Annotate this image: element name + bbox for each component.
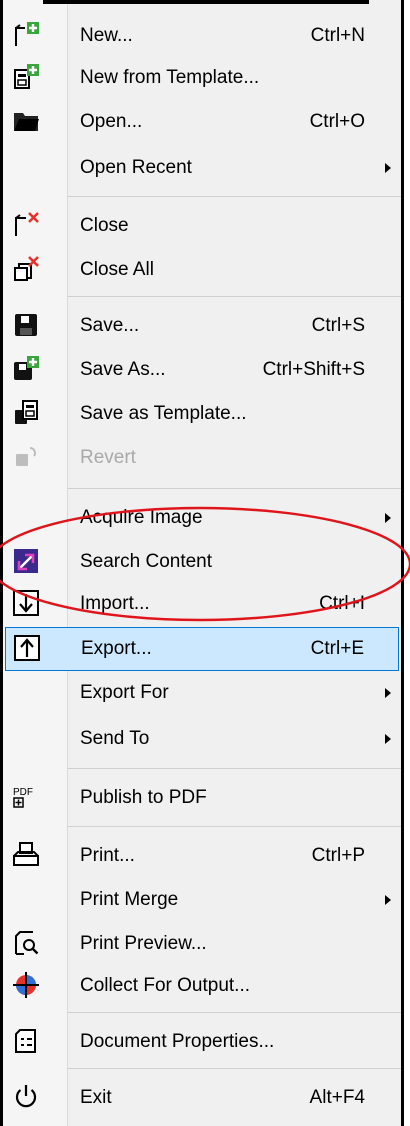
save-icon — [11, 310, 41, 340]
menu-item-label: Open... — [80, 111, 143, 132]
menu-item-export-for[interactable]: Export For — [3, 671, 401, 715]
menu-item-label: Send To — [80, 728, 150, 749]
submenu-arrow-icon — [385, 513, 391, 523]
new-from-template-icon — [11, 62, 41, 92]
submenu-arrow-icon — [385, 163, 391, 173]
menu-item-exit[interactable]: Exit Alt+F4 — [3, 1076, 401, 1120]
menu-item-close-all[interactable]: Close All — [3, 248, 401, 292]
printer-icon — [11, 840, 41, 870]
menu-item-search-content[interactable]: Search Content — [3, 540, 401, 584]
print-preview-icon — [11, 928, 41, 958]
menu-top-edge — [43, 0, 369, 4]
menu-item-close[interactable]: Close — [3, 204, 401, 248]
menu-item-print-preview[interactable]: Print Preview... — [3, 922, 401, 966]
shortcut-text: Ctrl+I — [319, 593, 365, 614]
menu-item-label: Close All — [80, 259, 154, 280]
menu-item-label: Document Properties... — [80, 1031, 275, 1052]
file-menu: New... Ctrl+N New from Template... Open.… — [0, 0, 404, 1126]
menu-item-label: New... — [80, 25, 133, 46]
separator — [67, 296, 401, 297]
shortcut-text: Ctrl+P — [311, 845, 365, 866]
menu-item-label: Print Preview... — [80, 933, 207, 954]
menu-item-print[interactable]: Print... Ctrl+P — [3, 834, 401, 878]
shortcut-text: Ctrl+S — [311, 315, 365, 336]
submenu-arrow-icon — [385, 734, 391, 744]
power-icon — [11, 1082, 41, 1112]
revert-icon — [11, 442, 41, 472]
separator — [67, 488, 401, 489]
menu-item-label: Print... — [80, 845, 135, 866]
menu-item-open-recent[interactable]: Open Recent — [3, 146, 401, 190]
menu-item-label: Collect For Output... — [80, 975, 251, 996]
new-document-icon — [11, 20, 41, 50]
search-content-icon — [11, 546, 41, 576]
menu-item-publish-to-pdf[interactable]: PDF Publish to PDF — [3, 776, 401, 820]
close-all-icon — [11, 254, 41, 284]
menu-item-label: Export... — [81, 638, 152, 659]
menu-item-collect-for-output[interactable]: Collect For Output... — [3, 964, 401, 1008]
menu-item-label: Save As... — [80, 359, 166, 380]
menu-item-revert: Revert — [3, 436, 401, 480]
menu-item-import[interactable]: Import... Ctrl+I — [3, 582, 401, 626]
pdf-icon-text: PDF — [13, 787, 33, 798]
menu-item-label: Close — [80, 215, 129, 236]
shortcut-text: Alt+F4 — [309, 1087, 365, 1108]
menu-item-label: Open Recent — [80, 157, 192, 178]
menu-item-export[interactable]: Export... Ctrl+E — [5, 627, 399, 671]
menu-item-label: Exit — [80, 1087, 112, 1108]
separator — [67, 1012, 401, 1013]
close-document-icon — [11, 210, 41, 240]
shortcut-text: Ctrl+Shift+S — [262, 359, 365, 380]
menu-item-label: Save... — [80, 315, 140, 336]
submenu-arrow-icon — [385, 688, 391, 698]
separator — [67, 1068, 401, 1069]
menu-item-label: Print Merge — [80, 889, 179, 910]
separator — [67, 196, 401, 197]
menu-item-acquire-image[interactable]: Acquire Image — [3, 496, 401, 540]
menu-item-new-from-template[interactable]: New from Template... — [3, 56, 401, 100]
save-as-icon — [11, 354, 41, 384]
shortcut-text: Ctrl+O — [309, 111, 365, 132]
menu-item-label: Publish to PDF — [80, 787, 207, 808]
menu-item-save-as[interactable]: Save As... Ctrl+Shift+S — [3, 348, 401, 392]
menu-item-new[interactable]: New... Ctrl+N — [3, 14, 401, 58]
save-as-template-icon — [11, 398, 41, 428]
collect-for-output-icon — [11, 970, 41, 1000]
separator — [67, 768, 401, 769]
open-folder-icon — [11, 106, 41, 136]
menu-item-save-as-template[interactable]: Save as Template... — [3, 392, 401, 436]
menu-item-label: Save as Template... — [80, 403, 247, 424]
menu-item-label: Export For — [80, 682, 169, 703]
menu-item-label: Import... — [80, 593, 150, 614]
import-icon — [11, 588, 41, 618]
menu-item-open[interactable]: Open... Ctrl+O — [3, 100, 401, 144]
export-icon — [12, 633, 42, 663]
submenu-arrow-icon — [385, 895, 391, 905]
menu-item-send-to[interactable]: Send To — [3, 717, 401, 761]
menu-item-print-merge[interactable]: Print Merge — [3, 878, 401, 922]
menu-item-label: Acquire Image — [80, 507, 203, 528]
separator — [67, 826, 401, 827]
menu-item-document-properties[interactable]: Document Properties... — [3, 1020, 401, 1064]
shortcut-text: Ctrl+N — [310, 25, 365, 46]
shortcut-text: Ctrl+E — [310, 638, 364, 659]
document-properties-icon — [11, 1026, 41, 1056]
menu-item-label: New from Template... — [80, 67, 260, 88]
menu-item-save[interactable]: Save... Ctrl+S — [3, 304, 401, 348]
pdf-icon: PDF — [11, 782, 41, 812]
menu-item-label: Search Content — [80, 551, 213, 572]
menu-item-label: Revert — [80, 447, 136, 468]
